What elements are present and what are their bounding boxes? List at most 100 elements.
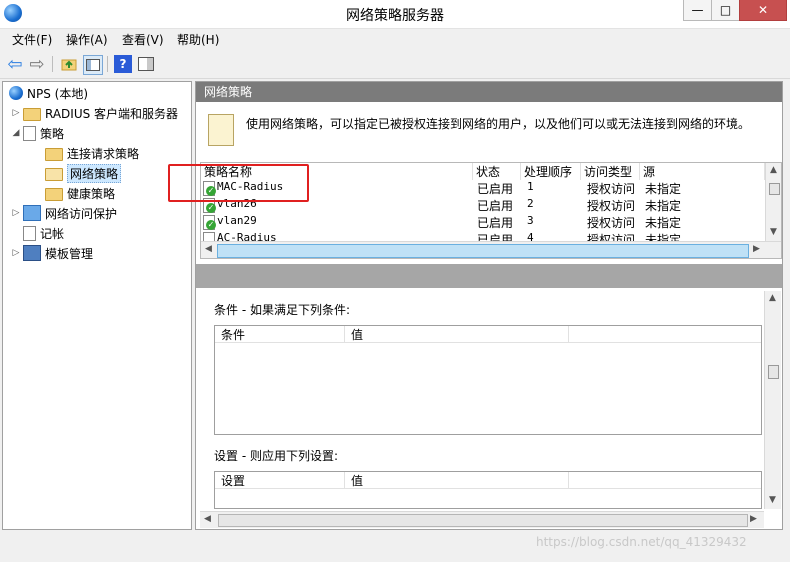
column-header-value[interactable]: 值 xyxy=(345,472,569,488)
scroll-left-arrow-icon[interactable]: ◀ xyxy=(205,244,212,254)
expand-arrow-icon[interactable]: ▷ xyxy=(11,248,21,258)
menu-file[interactable]: 文件(F) xyxy=(12,31,52,48)
scrollbar-thumb[interactable] xyxy=(769,183,780,195)
column-header-order[interactable]: 处理顺序 xyxy=(521,163,581,180)
help-icon[interactable]: ? xyxy=(114,55,132,73)
tree-item-connection-request[interactable]: 连接请求策略 xyxy=(43,143,139,163)
tree-label: 健康策略 xyxy=(67,186,116,201)
console-tree: NPS (本地) ▷ RADIUS 客户端和服务器 ◢ 策略 连接请求策略 网络… xyxy=(2,81,192,530)
policy-document-icon xyxy=(203,232,215,241)
policy-access: 授权访问 xyxy=(587,182,636,196)
tree-item-nps-root[interactable]: NPS (本地) xyxy=(7,83,88,103)
highlight-annotation-box xyxy=(168,164,309,202)
scroll-down-arrow-icon[interactable]: ▼ xyxy=(769,495,776,505)
policy-source: 未指定 xyxy=(645,233,682,241)
folder-icon xyxy=(45,147,63,161)
settings-table: 设置 值 xyxy=(214,471,762,509)
scrollbar-thumb[interactable] xyxy=(768,365,779,379)
policy-order: 3 xyxy=(527,214,534,227)
scroll-up-arrow-icon[interactable]: ▲ xyxy=(769,293,776,303)
tree-label: NPS (本地) xyxy=(27,86,89,101)
conditions-table: 条件 值 xyxy=(214,325,762,435)
tree-item-radius-clients[interactable]: ▷ RADIUS 客户端和服务器 xyxy=(11,103,178,123)
toolbar-separator xyxy=(52,56,53,72)
tree-item-accounting[interactable]: 记帐 xyxy=(21,223,64,243)
scroll-document-icon xyxy=(208,114,234,146)
scrollbar-thumb[interactable] xyxy=(217,244,749,258)
policy-access: 授权访问 xyxy=(587,216,636,230)
details-vertical-scrollbar[interactable]: ▲ ▼ xyxy=(764,291,781,509)
details-pane: 网络策略 使用网络策略，可以指定已被授权连接到网络的用户，以及他们可以或无法连接… xyxy=(195,81,783,530)
menu-action[interactable]: 操作(A) xyxy=(66,31,108,48)
watermark-text: https://blog.csdn.net/qq_41329432 xyxy=(536,535,747,549)
policy-order: 4 xyxy=(527,231,534,241)
tree-item-network-policies[interactable]: 网络策略 xyxy=(43,163,122,183)
tree-label: 模板管理 xyxy=(45,246,94,261)
minimize-button[interactable]: — xyxy=(683,0,712,21)
close-button[interactable]: ✕ xyxy=(739,0,787,21)
scroll-down-arrow-icon[interactable]: ▼ xyxy=(770,227,777,237)
tree-item-policies[interactable]: ◢ 策略 xyxy=(11,123,64,143)
window-title: 网络策略服务器 xyxy=(346,8,444,24)
menu-help[interactable]: 帮助(H) xyxy=(177,31,219,48)
tree-item-health-policies[interactable]: 健康策略 xyxy=(43,183,115,203)
column-header-setting[interactable]: 设置 xyxy=(215,472,345,488)
settings-section-label: 设置 - 则应用下列设置: xyxy=(214,449,339,463)
tree-label: 记帐 xyxy=(40,226,65,241)
expand-arrow-icon[interactable]: ▷ xyxy=(11,108,21,118)
column-header-condition[interactable]: 条件 xyxy=(215,326,345,342)
back-arrow-icon[interactable]: ⇦ xyxy=(6,54,24,75)
tree-label: 网络访问保护 xyxy=(45,206,118,221)
accounting-log-icon xyxy=(23,225,36,241)
folder-icon xyxy=(23,107,41,121)
document-icon xyxy=(23,125,36,141)
policy-source: 未指定 xyxy=(645,182,682,196)
pane-header: 网络策略 xyxy=(196,82,782,102)
policy-name: vlan29 xyxy=(217,214,257,227)
policy-order: 2 xyxy=(527,197,534,210)
conditions-label: 条件 - 如果满足下列条件: xyxy=(214,303,351,317)
table-row[interactable]: ✓ vlan29 已启用 3 授权访问 未指定 xyxy=(201,214,761,231)
policy-access: 授权访问 xyxy=(587,199,636,213)
globe-icon xyxy=(9,86,23,100)
column-header-status[interactable]: 状态 xyxy=(473,163,521,180)
forward-arrow-icon[interactable]: ⇨ xyxy=(28,54,46,75)
tree-label: 连接请求策略 xyxy=(67,146,140,161)
details-horizontal-scrollbar[interactable]: ◀ ▶ xyxy=(200,511,764,528)
enabled-check-icon: ✓ xyxy=(206,203,216,213)
table-row[interactable]: AC-Radius 已启用 4 授权访问 未指定 xyxy=(201,231,761,241)
policy-name: AC-Radius xyxy=(217,231,277,241)
policy-source: 未指定 xyxy=(645,216,682,230)
tree-item-templates[interactable]: ▷ 模板管理 xyxy=(11,243,93,263)
column-header-source[interactable]: 源 xyxy=(640,163,765,180)
maximize-button[interactable]: □ xyxy=(711,0,740,21)
scroll-up-arrow-icon[interactable]: ▲ xyxy=(770,165,777,175)
policy-status: 已启用 xyxy=(477,233,514,241)
column-header-value[interactable]: 值 xyxy=(345,326,569,342)
open-folder-icon xyxy=(45,167,63,181)
menu-view[interactable]: 查看(V) xyxy=(122,31,164,48)
show-hide-console-tree-icon[interactable] xyxy=(83,55,103,75)
column-header-access[interactable]: 访问类型 xyxy=(581,163,640,180)
policy-order: 1 xyxy=(527,180,534,193)
policy-list-horizontal-scrollbar[interactable]: ◀ ▶ xyxy=(201,241,781,258)
policy-status: 已启用 xyxy=(477,182,514,196)
scrollbar-thumb[interactable] xyxy=(218,514,748,527)
policy-access: 授权访问 xyxy=(587,233,636,241)
expand-arrow-icon[interactable]: ▷ xyxy=(11,208,21,218)
collapse-arrow-icon[interactable]: ◢ xyxy=(11,128,21,138)
show-action-pane-icon[interactable] xyxy=(137,55,155,73)
policy-status: 已启用 xyxy=(477,199,514,213)
menu-bar: 文件(F) 操作(A) 查看(V) 帮助(H) xyxy=(0,29,790,49)
policy-status: 已启用 xyxy=(477,216,514,230)
tree-item-nap[interactable]: ▷ 网络访问保护 xyxy=(11,203,117,223)
pane-description: 使用网络策略，可以指定已被授权连接到网络的用户，以及他们可以或无法连接到网络的环… xyxy=(246,117,751,131)
title-bar: 网络策略服务器 — □ ✕ xyxy=(0,0,790,29)
policy-list-vertical-scrollbar[interactable]: ▲ ▼ xyxy=(765,163,781,241)
scroll-right-arrow-icon[interactable]: ▶ xyxy=(753,244,760,254)
toolbar: ⇦ ⇨ ? xyxy=(0,50,790,79)
up-folder-icon[interactable] xyxy=(60,55,78,73)
splitter-band[interactable] xyxy=(196,264,782,288)
scroll-left-arrow-icon[interactable]: ◀ xyxy=(204,514,211,524)
scroll-right-arrow-icon[interactable]: ▶ xyxy=(750,514,757,524)
